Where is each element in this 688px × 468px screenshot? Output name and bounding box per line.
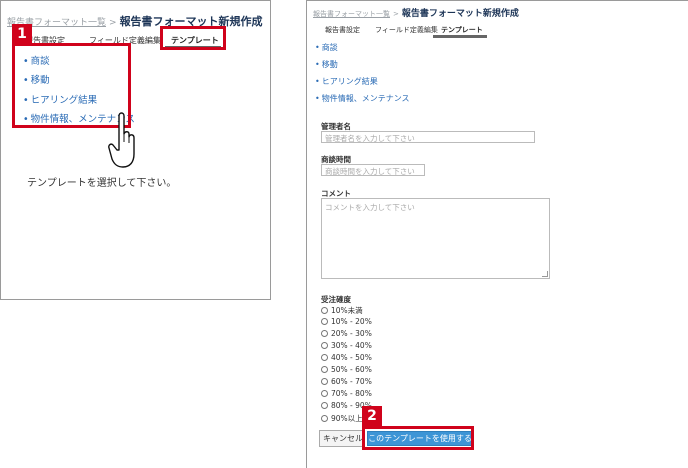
probability-option[interactable]: 40% - 50% bbox=[321, 353, 372, 362]
meeting-time-input[interactable]: 商談時間を入力して下さい bbox=[321, 164, 425, 176]
probability-option[interactable]: 50% - 60% bbox=[321, 365, 372, 374]
radio-icon[interactable] bbox=[321, 402, 328, 409]
probability-option-label: 40% - 50% bbox=[331, 353, 372, 362]
resize-grip-icon[interactable] bbox=[542, 271, 548, 277]
radio-icon[interactable] bbox=[321, 354, 328, 361]
probability-option-label: 20% - 30% bbox=[331, 329, 372, 338]
probability-option[interactable]: 30% - 40% bbox=[321, 341, 372, 350]
radio-icon[interactable] bbox=[321, 342, 328, 349]
select-template-message: テンプレートを選択して下さい。 bbox=[27, 178, 177, 189]
breadcrumb-separator: > bbox=[109, 18, 117, 28]
template-item-label: 物件情報、メンテナンス bbox=[321, 94, 410, 103]
manager-name-input[interactable]: 管理者名を入力して下さい bbox=[321, 131, 535, 143]
radio-icon[interactable] bbox=[321, 378, 328, 385]
template-item-label: 移動 bbox=[321, 60, 338, 69]
highlight-box-use-button bbox=[362, 426, 474, 450]
probability-option[interactable]: 60% - 70% bbox=[321, 377, 372, 386]
radio-icon[interactable] bbox=[321, 415, 328, 422]
probability-option-label: 60% - 70% bbox=[331, 377, 372, 386]
radio-icon[interactable] bbox=[321, 318, 328, 325]
probability-option[interactable]: 70% - 80% bbox=[321, 389, 372, 398]
radio-icon[interactable] bbox=[321, 307, 328, 314]
highlight-box-tab bbox=[160, 26, 226, 50]
probability-option-label: 70% - 80% bbox=[331, 389, 372, 398]
radio-icon[interactable] bbox=[321, 390, 328, 397]
comment-textarea[interactable]: コメントを入力して下さい bbox=[321, 198, 550, 279]
probability-option-label: 10% - 20% bbox=[331, 317, 372, 326]
radio-icon[interactable] bbox=[321, 366, 328, 373]
template-item-property[interactable]: • 物件情報、メンテナンス bbox=[315, 93, 410, 104]
probability-option-label: 30% - 40% bbox=[331, 341, 372, 350]
right-screenshot-panel: 報告書フォーマット一覧 > 報告書フォーマット新規作成 報告書設定 フィールド定義編… bbox=[306, 0, 688, 468]
tab-report-settings[interactable]: 報告書設定 bbox=[325, 25, 360, 35]
page-title: 報告書フォーマット新規作成 bbox=[401, 9, 519, 19]
template-item-label: ヒアリング結果 bbox=[321, 77, 378, 86]
template-item-hearing[interactable]: • ヒアリング結果 bbox=[315, 76, 378, 87]
tab-active-indicator bbox=[433, 35, 487, 38]
probability-option[interactable]: 20% - 30% bbox=[321, 329, 372, 338]
template-item-shodan[interactable]: • 商談 bbox=[315, 42, 338, 53]
order-probability-label: 受注確度 bbox=[321, 295, 351, 304]
breadcrumb: 報告書フォーマット一覧 > 報告書フォーマット新規作成 bbox=[313, 6, 519, 19]
breadcrumb-link[interactable]: 報告書フォーマット一覧 bbox=[313, 10, 390, 18]
tab-template[interactable]: テンプレート bbox=[441, 25, 483, 35]
step-badge-2: 2 bbox=[362, 406, 382, 426]
breadcrumb-separator: > bbox=[393, 10, 399, 18]
cancel-button[interactable]: キャンセル bbox=[319, 430, 365, 447]
hand-pointer-icon bbox=[108, 112, 135, 168]
probability-option-label: 50% - 60% bbox=[331, 365, 372, 374]
template-item-label: 商談 bbox=[321, 43, 338, 52]
radio-icon[interactable] bbox=[321, 330, 328, 337]
tab-field-definition[interactable]: フィールド定義編集 bbox=[375, 25, 438, 35]
probability-option[interactable]: 10%未満 bbox=[321, 305, 363, 316]
probability-option[interactable]: 90%以上 bbox=[321, 413, 363, 424]
step-badge-1: 1 bbox=[12, 24, 32, 44]
comment-placeholder: コメントを入力して下さい bbox=[325, 203, 415, 212]
probability-option-label: 90%以上 bbox=[331, 414, 363, 423]
probability-option-label: 10%未満 bbox=[331, 306, 363, 315]
probability-option[interactable]: 10% - 20% bbox=[321, 317, 372, 326]
template-item-ido[interactable]: • 移動 bbox=[315, 59, 338, 70]
